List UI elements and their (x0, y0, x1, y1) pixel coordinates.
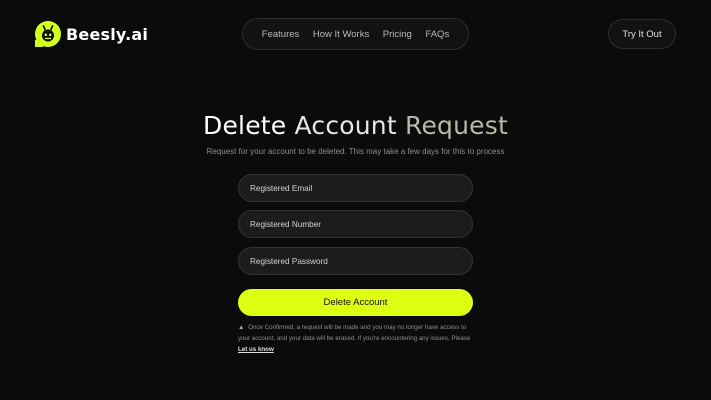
registered-password-input[interactable] (238, 247, 473, 275)
delete-notice: ▲ Once Confirmed, a request will be made… (238, 323, 476, 355)
bee-logo-icon (35, 21, 61, 47)
try-it-out-button[interactable]: Try It Out (608, 19, 676, 49)
nav-item-faqs[interactable]: FAQs (425, 29, 449, 40)
nav-item-how-it-works[interactable]: How It Works (313, 29, 369, 40)
let-us-know-link[interactable]: Let us know (238, 346, 274, 353)
title-word-3: Request (405, 111, 508, 140)
page-title: Delete Account Request (0, 111, 711, 140)
nav-item-pricing[interactable]: Pricing (383, 29, 412, 40)
title-word-1: Delete (203, 111, 287, 140)
registered-email-input[interactable] (238, 174, 473, 202)
page: Beesly.ai Features How It Works Pricing … (0, 0, 711, 400)
nav-item-features[interactable]: Features (262, 29, 300, 40)
brand-name: Beesly.ai (66, 24, 149, 44)
main-nav: Features How It Works Pricing FAQs (242, 18, 469, 50)
registered-number-input[interactable] (238, 210, 473, 238)
page-subtitle: Request for your account to be deleted. … (206, 147, 505, 156)
warning-icon: ▲ (238, 324, 245, 331)
notice-text: Once Confirmed, a request will be made a… (238, 324, 471, 342)
delete-account-button[interactable]: Delete Account (238, 289, 473, 316)
brand-logo[interactable]: Beesly.ai (35, 21, 148, 47)
title-word-2: Account (294, 111, 397, 140)
